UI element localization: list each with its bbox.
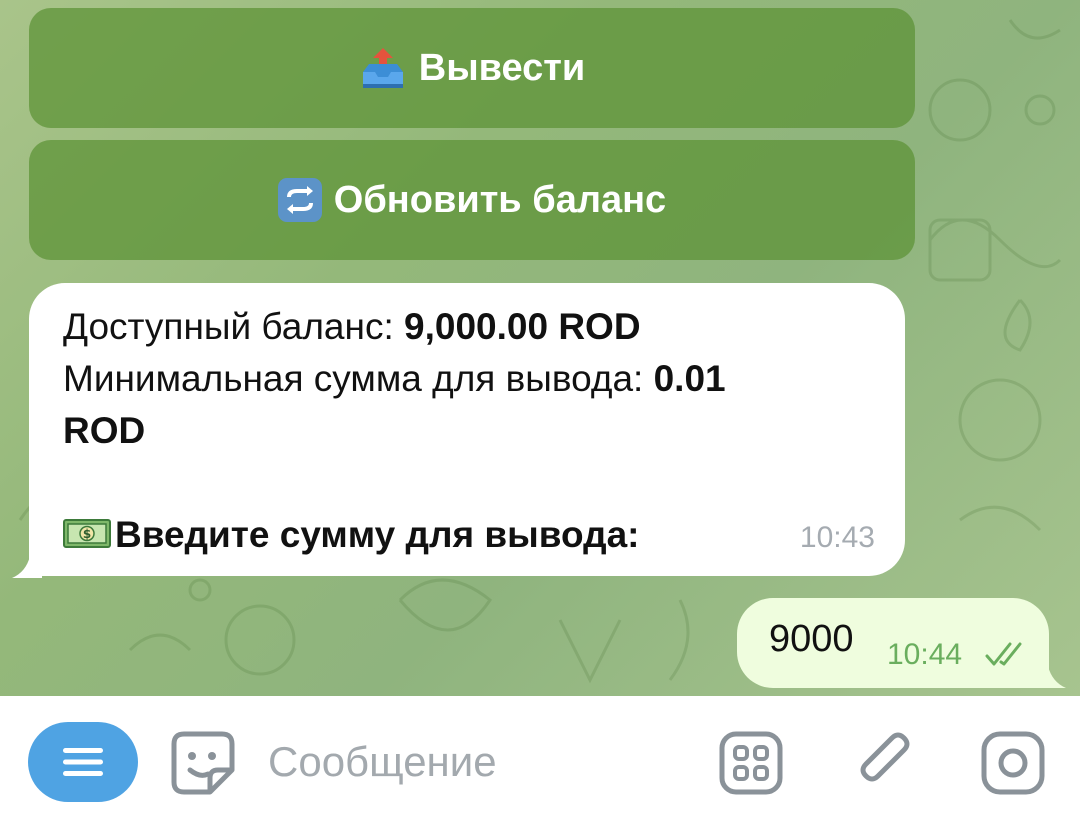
prompt-text: Введите сумму для вывода: [115, 514, 640, 555]
min-amount-value: 0.01 [653, 358, 726, 399]
bot-menu-button[interactable] [28, 722, 138, 802]
refresh-balance-label: Обновить баланс [333, 178, 667, 221]
attach-button[interactable] [852, 730, 918, 796]
withdraw-button[interactable]: Вывести [29, 8, 915, 128]
min-amount-label: Минимальная сумма для вывода: [63, 358, 654, 399]
camera-circle-icon [981, 731, 1045, 795]
min-amount-unit-line: ROD [63, 405, 875, 457]
outgoing-message-time: 10:44 [887, 638, 963, 671]
camera-button[interactable] [980, 730, 1046, 796]
sticker-smile-icon [171, 731, 235, 795]
prompt-line: $ Введите сумму для вывода: [63, 509, 875, 561]
paperclip-icon [860, 732, 910, 782]
apps-grid-icon [719, 731, 783, 795]
balance-line: Доступный баланс: 9,000.00 ROD [63, 301, 875, 353]
incoming-message-bubble: Доступный баланс: 9,000.00 ROD Минимальн… [29, 283, 905, 576]
apps-button[interactable] [718, 730, 784, 796]
balance-value: 9,000.00 ROD [404, 306, 641, 347]
outgoing-message-bubble: 9000 10:44 [737, 598, 1049, 688]
min-amount-unit: ROD [63, 410, 146, 451]
min-amount-line: Минимальная сумма для вывода: 0.01 [63, 353, 875, 405]
balance-label: Доступный баланс: [63, 306, 405, 347]
chat-background: Вывести Обновить баланс Доступный баланс… [0, 0, 1080, 696]
message-input[interactable]: Сообщение [268, 738, 497, 786]
menu-icon [63, 748, 103, 776]
refresh-balance-button[interactable]: Обновить баланс [29, 140, 915, 260]
sticker-button[interactable] [170, 730, 236, 796]
incoming-message-time: 10:43 [799, 521, 875, 554]
repeat-arrows-icon [277, 178, 322, 222]
svg-text:$: $ [83, 527, 91, 541]
double-check-icon [985, 642, 1022, 666]
withdraw-button-label: Вывести [418, 46, 586, 89]
inbox-tray-upload-icon [359, 46, 407, 90]
money-bills-icon: $ [63, 511, 111, 548]
outgoing-message-text: 9000 [769, 618, 854, 660]
message-composer: Сообщение [0, 696, 1080, 825]
